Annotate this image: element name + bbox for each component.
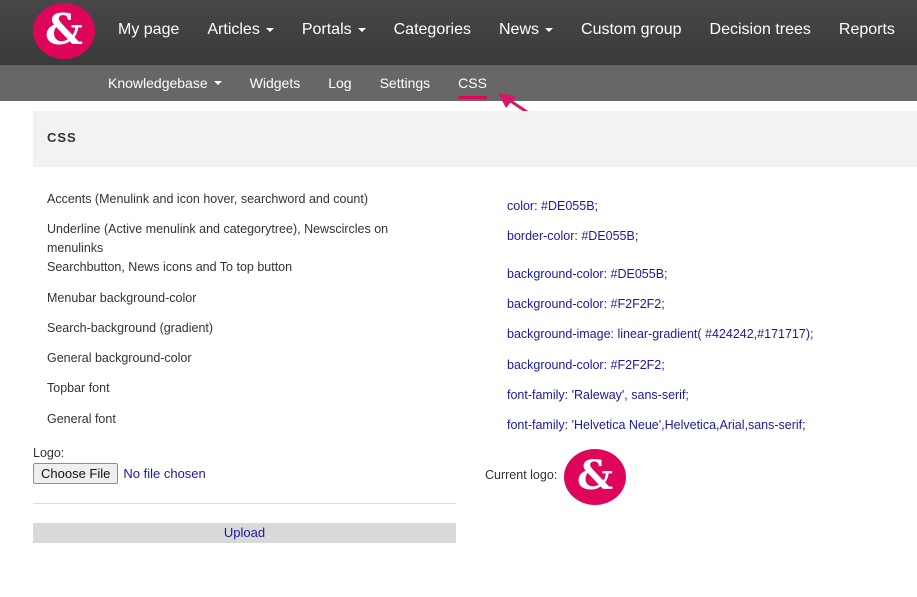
setting-label-menubar-bg: Menubar background-color <box>47 291 197 305</box>
setting-value[interactable]: background-color: #F2F2F2; <box>507 358 665 372</box>
setting-value[interactable]: background-color: #DE055B; <box>507 267 668 281</box>
logo-ampersand-icon: & <box>45 5 83 54</box>
setting-label-topbar-font: Topbar font <box>47 381 110 395</box>
caret-down-icon <box>545 28 554 32</box>
file-status-text: No file chosen <box>123 466 206 481</box>
subnav-item-log[interactable]: Log <box>314 75 365 91</box>
subnav-label: CSS <box>458 75 487 91</box>
nav-label: News <box>499 21 540 38</box>
setting-label-search-bg: Search-background (gradient) <box>47 321 214 335</box>
nav-item-categories[interactable]: Categories <box>380 21 485 39</box>
setting-label-underline-cont: menulinks <box>47 241 104 255</box>
setting-label-underline: Underline (Active menulink and categoryt… <box>47 222 389 236</box>
brand-logo[interactable]: & <box>33 3 95 59</box>
subnav-label: Widgets <box>249 75 301 91</box>
setting-value[interactable]: font-family: 'Helvetica Neue',Helvetica,… <box>507 418 806 432</box>
caret-down-icon <box>265 28 274 32</box>
setting-label-searchbutton: Searchbutton, News icons and To top butt… <box>47 260 293 274</box>
subnav-label: Knowledgebase <box>108 75 208 91</box>
sub-navbar: Knowledgebase Widgets Log Settings CSS <box>0 65 917 101</box>
subnav-item-knowledgebase[interactable]: Knowledgebase <box>94 75 236 91</box>
setting-value[interactable]: background-image: linear-gradient( #4242… <box>507 327 813 341</box>
caret-down-icon <box>357 28 366 32</box>
nav-label: Custom group <box>581 21 682 38</box>
current-logo-label: Current logo: <box>485 468 558 482</box>
nav-item-articles[interactable]: Articles <box>193 21 287 39</box>
logo-ampersand-icon: & <box>576 452 614 499</box>
subnav-label: Settings <box>379 75 431 91</box>
setting-value[interactable]: color: #DE055B; <box>507 199 598 213</box>
setting-label-general-bg: General background-color <box>47 351 192 365</box>
nav-label: Portals <box>301 21 352 38</box>
divider <box>33 503 456 504</box>
panel-title: CSS <box>47 130 77 145</box>
nav-label: Decision trees <box>709 21 811 38</box>
nav-label: Articles <box>207 21 260 38</box>
nav-label: Reports <box>838 21 895 38</box>
current-logo-image: & <box>564 449 626 505</box>
nav-item-my-page[interactable]: My page <box>104 21 193 39</box>
css-panel-header: CSS <box>33 111 917 167</box>
nav-item-news[interactable]: News <box>485 21 567 39</box>
nav-item-custom-group[interactable]: Custom group <box>567 21 696 39</box>
choose-file-button[interactable]: Choose File <box>33 463 119 484</box>
setting-label-general-font: General font <box>47 412 116 426</box>
nav-label: Categories <box>393 21 471 38</box>
nav-item-decision-trees[interactable]: Decision trees <box>696 21 825 39</box>
subnav-item-settings[interactable]: Settings <box>366 75 445 91</box>
nav-item-portals[interactable]: Portals <box>288 21 380 39</box>
subnav-item-widgets[interactable]: Widgets <box>236 75 315 91</box>
setting-label-accents: Accents (Menulink and icon hover, search… <box>47 192 369 206</box>
logo-file-input: Choose File No file chosen <box>33 463 206 484</box>
caret-down-icon <box>213 81 222 85</box>
setting-value[interactable]: background-color: #F2F2F2; <box>507 297 665 311</box>
nav-item-reports[interactable]: Reports <box>825 21 909 39</box>
setting-value[interactable]: font-family: 'Raleway', sans-serif; <box>507 388 689 402</box>
logo-field-label: Logo: <box>33 446 65 460</box>
setting-value[interactable]: border-color: #DE055B; <box>507 229 638 243</box>
main-nav: My page Articles Portals Categories News… <box>104 0 909 60</box>
nav-label: My page <box>118 21 180 38</box>
subnav-label: Log <box>328 75 352 91</box>
top-navbar: & My page Articles Portals Categories Ne… <box>0 0 917 65</box>
sub-nav: Knowledgebase Widgets Log Settings CSS <box>94 65 501 101</box>
upload-button[interactable]: Upload <box>33 523 456 543</box>
